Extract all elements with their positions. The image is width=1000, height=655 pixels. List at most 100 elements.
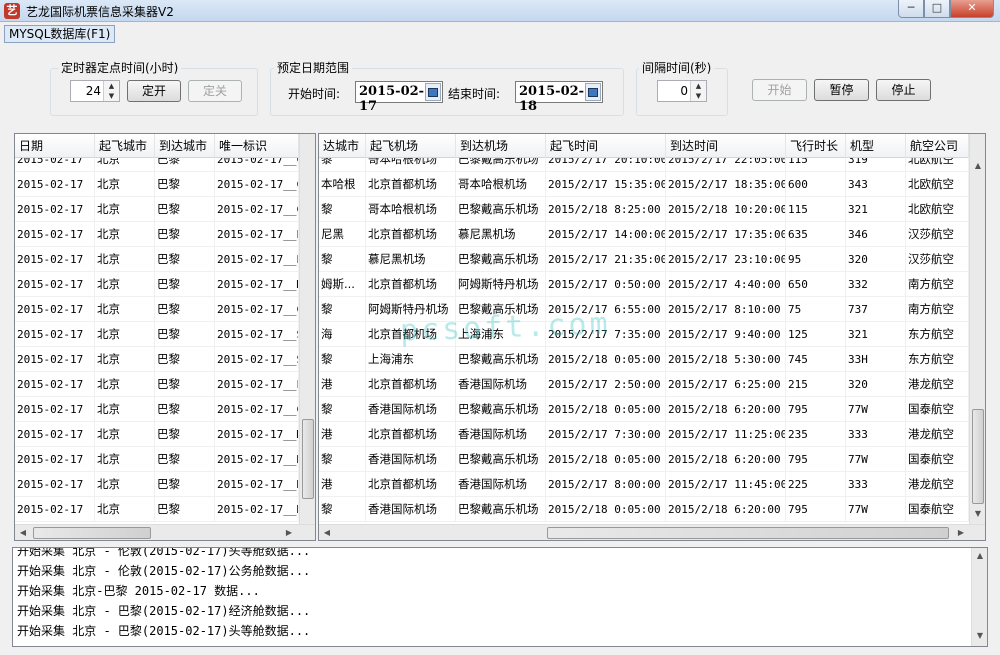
pause-button[interactable]: 暂停 — [814, 79, 869, 101]
table-cell: 巴黎 — [155, 497, 215, 522]
table-cell: 北京首都机场 — [366, 222, 456, 247]
column-header[interactable]: 起飞机场 — [366, 134, 456, 158]
end-date-picker[interactable]: 2015-02-18 — [515, 81, 603, 114]
minimize-button[interactable]: ─ — [898, 0, 924, 18]
table-row[interactable]: 港北京首都机场 香港国际机场 2015/2/17 8:00:00 2015/2/17 … — [319, 472, 969, 497]
table-row[interactable]: 黎阿姆斯特丹机场 巴黎戴高乐机场 2015/2/17 6:55:00 2015/2/1… — [319, 297, 969, 322]
scroll-left-icon[interactable]: ◀ — [319, 525, 335, 540]
start-button[interactable]: 开始 — [752, 79, 807, 101]
table-row[interactable]: 港北京首都机场 香港国际机场 2015/2/17 2:50:00 2015/2/17 … — [319, 372, 969, 397]
table-row[interactable]: 2015-02-17北京巴黎2015-02-17__SK — [15, 322, 299, 347]
maximize-button[interactable]: □ — [924, 0, 950, 18]
right-horizontal-scrollbar[interactable]: ◀ ▶ — [319, 524, 985, 540]
interval-seconds-spinner[interactable]: 0 ▲ ▼ — [657, 80, 707, 102]
table-cell: 姆斯... — [319, 272, 366, 297]
table-row[interactable]: 本哈根 北京首都机场 哥本哈根机场 2015/2/17 15:35:00 2015/2/… — [319, 172, 969, 197]
table-cell: 北京 — [95, 497, 155, 522]
table-cell: 港 — [319, 372, 366, 397]
left-table-header: 日期 起飞城市 到达城市 唯一标识 — [15, 134, 315, 158]
table-row[interactable]: 2015-02-17北京巴黎2015-02-17__CA — [15, 197, 299, 222]
column-header[interactable]: 起飞时间 — [546, 134, 666, 158]
table-cell: 北京 — [95, 447, 155, 472]
scroll-right-icon[interactable]: ▶ — [281, 525, 297, 540]
table-row[interactable]: 黎香港国际机场 巴黎戴高乐机场 2015/2/18 0:05:00 2015/2/18… — [319, 397, 969, 422]
spin-down-icon[interactable]: ▼ — [104, 91, 119, 101]
table-cell: 巴黎 — [155, 372, 215, 397]
table-row[interactable]: 2015-02-17北京巴黎2015-02-17__CA — [15, 158, 299, 172]
table-row[interactable]: 2015-02-17北京巴黎2015-02-17__CA — [15, 172, 299, 197]
table-cell: 巴黎 — [155, 297, 215, 322]
column-header[interactable]: 飞行时长 — [786, 134, 846, 158]
table-cell: 巴黎 — [155, 222, 215, 247]
table-row[interactable]: 黎香港国际机场 巴黎戴高乐机场 2015/2/18 0:05:00 2015/2/18… — [319, 447, 969, 472]
close-button[interactable]: ✕ — [950, 0, 994, 18]
start-date-picker[interactable]: 2015-02-17 — [355, 81, 443, 114]
table-row[interactable]: 2015-02-17北京巴黎2015-02-17__KA — [15, 472, 299, 497]
table-row[interactable]: 2015-02-17北京巴黎2015-02-17__SK — [15, 347, 299, 372]
table-cell: 巴黎 — [155, 247, 215, 272]
scroll-up-icon[interactable]: ▲ — [972, 548, 987, 564]
table-row[interactable]: 2015-02-17北京巴黎2015-02-17__CX — [15, 397, 299, 422]
scrollbar-thumb[interactable] — [302, 419, 314, 499]
column-header[interactable]: 航空公司 — [906, 134, 969, 158]
table-row[interactable]: 姆斯... 北京首都机场 阿姆斯特丹机场 2015/2/17 0:50:00 2015/… — [319, 272, 969, 297]
table-cell: 东方航空 — [906, 322, 969, 347]
table-cell: 北京 — [95, 222, 155, 247]
table-row[interactable]: 2015-02-17北京巴黎2015-02-17__MU — [15, 422, 299, 447]
table-row[interactable]: 黎哥本哈根机场 巴黎戴高乐机场 2015/2/17 20:10:00 2015/2/1… — [319, 158, 969, 172]
table-row[interactable]: 2015-02-17北京巴黎2015-02-17__EI — [15, 247, 299, 272]
column-header[interactable]: 到达机场 — [456, 134, 546, 158]
log-output[interactable]: 开始采集 北京 - 伦敦(2015-02-17)头等舱数据... 开始采集 北京 … — [12, 547, 988, 647]
table-cell: 2015/2/18 6:20:00 — [666, 447, 786, 472]
scroll-up-icon[interactable]: ▲ — [970, 158, 985, 174]
title-bar[interactable]: 艺 艺龙国际机票信息采集器V2 ─ □ ✕ — [0, 0, 1000, 22]
table-row[interactable]: 黎香港国际机场 巴黎戴高乐机场 2015/2/18 0:05:00 2015/2/18… — [319, 497, 969, 522]
column-header[interactable]: 到达城市 — [155, 134, 215, 158]
table-cell: 2015-02-17__MU — [215, 422, 299, 447]
spin-up-icon[interactable]: ▲ — [104, 81, 119, 91]
scrollbar-thumb[interactable] — [547, 527, 949, 539]
menu-mysql-database[interactable]: MYSQL数据库(F1) — [4, 25, 116, 43]
stop-button[interactable]: 停止 — [876, 79, 931, 101]
table-row[interactable]: 2015-02-17北京巴黎2015-02-17__EI — [15, 222, 299, 247]
table-cell: 333 — [846, 472, 906, 497]
table-row[interactable]: 2015-02-17北京巴黎2015-02-17__KA — [15, 447, 299, 472]
spin-down-icon[interactable]: ▼ — [691, 91, 706, 101]
left-horizontal-scrollbar[interactable]: ◀ ▶ — [15, 524, 315, 540]
column-header[interactable]: 到达时间 — [666, 134, 786, 158]
right-vertical-scrollbar[interactable]: ▲ ▼ — [969, 134, 985, 524]
table-row[interactable]: 港北京首都机场 香港国际机场 2015/2/17 7:30:00 2015/2/17 … — [319, 422, 969, 447]
table-row[interactable]: 尼黑 北京首都机场 慕尼黑机场 2015/2/17 14:00:00 2015/2/17… — [319, 222, 969, 247]
column-header[interactable]: 达城市 — [319, 134, 366, 158]
spin-up-icon[interactable]: ▲ — [691, 81, 706, 91]
table-row[interactable]: 黎慕尼黑机场 巴黎戴高乐机场 2015/2/17 21:35:00 2015/2/17… — [319, 247, 969, 272]
column-header[interactable]: 唯一标识 — [215, 134, 299, 158]
table-row[interactable]: 海北京首都机场 上海浦东 2015/2/17 7:35:00 2015/2/17 9:… — [319, 322, 969, 347]
scroll-right-icon[interactable]: ▶ — [953, 525, 969, 540]
table-row[interactable]: 黎上海浦东 巴黎戴高乐机场 2015/2/18 0:05:00 2015/2/18 5… — [319, 347, 969, 372]
scrollbar-thumb[interactable] — [972, 409, 984, 504]
calendar-icon[interactable] — [585, 83, 601, 101]
table-cell: 2015/2/17 11:25:00 — [666, 422, 786, 447]
scroll-left-icon[interactable]: ◀ — [15, 525, 31, 540]
scrollbar-thumb[interactable] — [33, 527, 151, 539]
right-flight-table[interactable]: 达城市 起飞机场 到达机场 起飞时间 到达时间 飞行时长 机型 航空公司 黎哥本… — [318, 133, 986, 541]
timer-start-button[interactable]: 定开 — [127, 80, 181, 102]
calendar-icon[interactable] — [425, 83, 441, 101]
scroll-down-icon[interactable]: ▼ — [970, 506, 985, 522]
scroll-down-icon[interactable]: ▼ — [972, 628, 987, 644]
left-flight-table[interactable]: 日期 起飞城市 到达城市 唯一标识 2015-02-17 北京 巴黎 2015-02-… — [14, 133, 316, 541]
timer-hour-spinner[interactable]: 24 ▲ ▼ — [70, 80, 120, 102]
log-vertical-scrollbar[interactable]: ▲ ▼ — [971, 548, 987, 646]
timer-stop-button[interactable]: 定关 — [188, 80, 242, 102]
table-row[interactable]: 2015-02-17北京巴黎2015-02-17__KA — [15, 497, 299, 522]
table-row[interactable]: 黎哥本哈根机场 巴黎戴高乐机场 2015/2/18 8:25:00 2015/2/18… — [319, 197, 969, 222]
table-row[interactable]: 2015-02-17北京巴黎2015-02-17__CZ — [15, 297, 299, 322]
column-header[interactable]: 机型 — [846, 134, 906, 158]
column-header[interactable]: 起飞城市 — [95, 134, 155, 158]
left-vertical-scrollbar[interactable] — [299, 134, 315, 524]
column-header[interactable]: 日期 — [15, 134, 95, 158]
table-row[interactable]: 2015-02-17北京巴黎2015-02-17__LI — [15, 372, 299, 397]
table-row[interactable]: 2015-02-17北京巴黎2015-02-17__MU — [15, 272, 299, 297]
table-cell: 北京 — [95, 347, 155, 372]
